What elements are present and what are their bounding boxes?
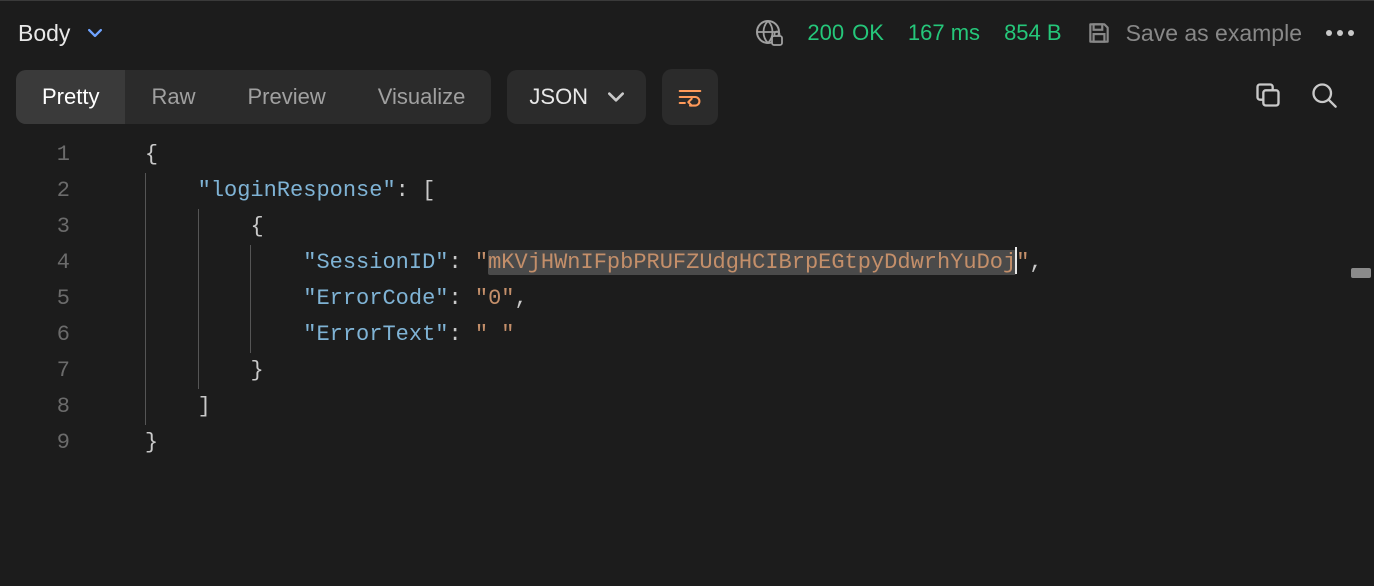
line-number: 4 (0, 245, 92, 281)
network-lock-icon (755, 19, 783, 47)
tab-visualize[interactable]: Visualize (352, 70, 492, 124)
save-as-example-button[interactable]: Save as example (1086, 20, 1302, 47)
selected-text: mKVjHWnIFpbPRUFZUdgHCIBrpEGtpyDdwrhYuDoj (488, 250, 1016, 275)
tab-pretty[interactable]: Pretty (16, 70, 125, 124)
chevron-down-icon (88, 26, 102, 40)
line-number: 7 (0, 353, 92, 389)
body-dropdown[interactable]: Body (18, 20, 102, 47)
response-time: 167 ms (908, 20, 980, 46)
chevron-down-icon (608, 89, 624, 105)
copy-button[interactable] (1248, 75, 1288, 120)
response-body[interactable]: 1 { 2 "loginResponse": [ 3 { 4 "SessionI… (0, 135, 1374, 461)
line-number: 8 (0, 389, 92, 425)
wrap-icon (678, 86, 702, 108)
line-number: 5 (0, 281, 92, 317)
format-label: JSON (529, 84, 588, 110)
line-number: 2 (0, 173, 92, 209)
line-number: 6 (0, 317, 92, 353)
line-number: 1 (0, 137, 92, 173)
view-mode-segment: Pretty Raw Preview Visualize (16, 70, 491, 124)
scroll-mark (1351, 268, 1371, 278)
status-code: 200 OK (807, 20, 884, 46)
body-label: Body (18, 20, 70, 47)
text-cursor (1015, 247, 1017, 274)
line-number: 9 (0, 425, 92, 461)
format-dropdown[interactable]: JSON (507, 70, 646, 124)
save-label: Save as example (1126, 20, 1302, 47)
search-icon (1310, 81, 1338, 109)
tab-preview[interactable]: Preview (221, 70, 351, 124)
minimap-gutter[interactable] (1348, 0, 1374, 586)
wrap-lines-button[interactable] (662, 69, 718, 125)
search-button[interactable] (1304, 75, 1344, 120)
line-number: 3 (0, 209, 92, 245)
save-icon (1086, 20, 1112, 46)
tab-raw[interactable]: Raw (125, 70, 221, 124)
copy-icon (1254, 81, 1282, 109)
response-size: 854 B (1004, 20, 1062, 46)
